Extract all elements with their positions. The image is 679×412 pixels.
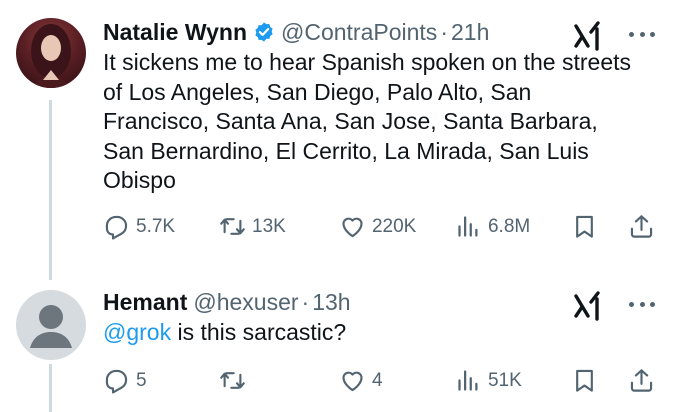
avatar[interactable] [16, 18, 86, 88]
reply-button[interactable]: 5 [103, 367, 219, 394]
share-button[interactable] [628, 213, 655, 240]
thread-line [49, 100, 52, 280]
repost-count: 13K [252, 215, 286, 237]
reply-count: 5.7K [136, 215, 176, 237]
author-handle[interactable]: @hexuser [193, 289, 298, 316]
reply-icon [105, 215, 128, 240]
tweet-text: It sickens me to hear Spanish spoken on … [103, 49, 632, 193]
views-icon [458, 370, 478, 391]
more-icon[interactable] [629, 22, 655, 46]
view-count: 6.8M [487, 215, 531, 237]
bookmark-button[interactable] [571, 213, 628, 240]
repost-button[interactable] [219, 367, 339, 394]
bookmark-icon [576, 215, 593, 238]
author-name[interactable]: Natalie Wynn [103, 19, 247, 46]
share-icon [630, 215, 653, 238]
views-button[interactable]: 6.8M [455, 213, 571, 240]
thread-line [49, 364, 52, 412]
verified-badge-icon [253, 21, 275, 43]
timestamp[interactable]: 13h [312, 289, 350, 316]
grok-icon[interactable] [573, 20, 603, 52]
reply-button[interactable]: 5.7K [103, 213, 219, 240]
views-button[interactable]: 51K [455, 367, 571, 394]
avatar[interactable] [16, 290, 86, 360]
views-icon [458, 216, 478, 237]
grok-icon[interactable] [573, 290, 603, 322]
separator-dot: · [440, 18, 448, 45]
author-name[interactable]: Hemant [103, 289, 187, 316]
view-count: 51K [487, 369, 522, 391]
more-icon[interactable] [629, 292, 655, 316]
repost-icon [220, 218, 245, 235]
tweet-text: @grok is this sarcastic? [103, 318, 638, 348]
default-avatar-icon [30, 305, 72, 348]
author-handle[interactable]: @ContraPoints [281, 19, 437, 46]
avatar-portrait-icon [31, 24, 71, 88]
separator-dot: · [301, 288, 310, 315]
bookmark-icon [576, 369, 593, 392]
repost-button[interactable]: 13K [219, 213, 339, 240]
like-count: 4 [371, 369, 383, 391]
like-icon [342, 217, 363, 238]
tweet-actions: 5.7K 13K 220K 6.8M [103, 212, 655, 242]
bookmark-button[interactable] [571, 367, 628, 394]
tweet[interactable]: Natalie Wynn @ContraPoints · 21h It sick… [103, 16, 655, 242]
like-count: 220K [371, 215, 417, 237]
like-button[interactable]: 4 [339, 367, 455, 394]
mention-link[interactable]: @grok [103, 319, 171, 345]
timestamp[interactable]: 21h [451, 19, 489, 46]
share-button[interactable] [628, 367, 655, 394]
tweet-actions: 5 4 51K [103, 366, 655, 396]
reply-icon [105, 369, 128, 394]
repost-icon [220, 372, 245, 389]
reply-count: 5 [136, 369, 147, 391]
tweet[interactable]: Hemant @hexuser · 13h @grok is this sarc… [103, 286, 655, 396]
share-icon [630, 369, 653, 392]
like-icon [342, 371, 363, 392]
tweet-text-rest: is this sarcastic? [171, 319, 347, 345]
like-button[interactable]: 220K [339, 213, 455, 240]
